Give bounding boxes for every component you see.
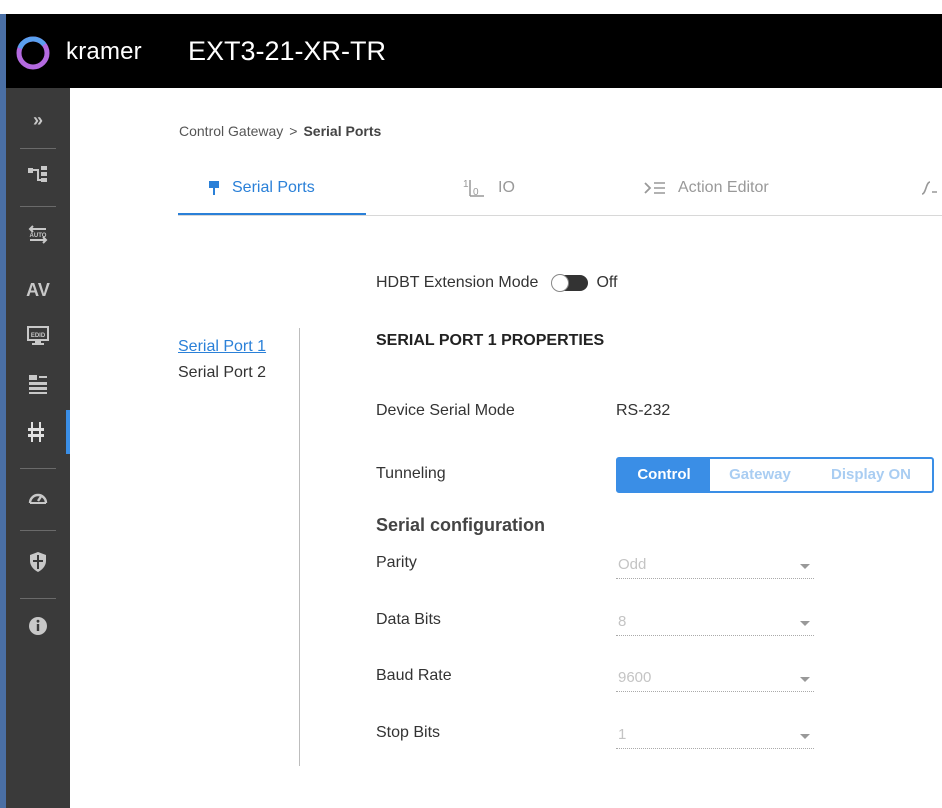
- breadcrumb-current: Serial Ports: [303, 123, 382, 139]
- av-icon[interactable]: AV: [6, 268, 70, 312]
- baud-rate-label: Baud Rate: [376, 667, 452, 684]
- main-content: Control Gateway > Serial Ports Serial Port…: [70, 88, 942, 808]
- tunneling-gateway-option[interactable]: Gateway: [710, 459, 810, 491]
- kramer-logo-icon: [16, 36, 50, 70]
- window-frame-top: [0, 0, 942, 14]
- tab-bar: Serial Ports 10 IO Action Editor: [178, 163, 942, 216]
- io-icon: 10: [462, 178, 486, 198]
- info-icon[interactable]: [6, 604, 70, 648]
- tunneling-display-on-option[interactable]: Display ON: [810, 459, 932, 491]
- parity-value: Odd: [618, 556, 647, 573]
- data-bits-value: 8: [618, 613, 627, 630]
- active-tab-indicator: [178, 213, 366, 215]
- port-list-divider: [299, 328, 300, 766]
- chevron-down-icon: [800, 564, 810, 569]
- data-bits-select[interactable]: 8: [616, 611, 814, 636]
- data-bits-label: Data Bits: [376, 611, 441, 628]
- settings-icon[interactable]: [6, 362, 70, 406]
- brand-name: kramer: [66, 38, 142, 65]
- hdbt-toggle[interactable]: [551, 274, 589, 292]
- tunneling-segmented-control: Control Gateway Display ON: [616, 457, 934, 493]
- breadcrumb: Control Gateway > Serial Ports: [179, 123, 381, 139]
- parity-label: Parity: [376, 554, 417, 571]
- svg-text:1: 1: [463, 179, 469, 190]
- chevron-down-icon: [800, 621, 810, 626]
- control-gateway-icon[interactable]: [6, 410, 70, 454]
- breadcrumb-separator: >: [289, 123, 298, 139]
- tab-io[interactable]: 10 IO: [462, 163, 515, 213]
- hdbt-state: Off: [596, 274, 618, 291]
- device-serial-mode-value: RS-232: [616, 402, 671, 419]
- chevron-down-icon: [800, 734, 810, 739]
- sidebar: » AUTO AV EDID: [6, 88, 70, 808]
- stop-bits-label: Stop Bits: [376, 724, 441, 741]
- diagnostics-icon[interactable]: [6, 476, 70, 520]
- stop-bits-value: 1: [618, 726, 627, 743]
- properties-title: SERIAL PORT 1 PROPERTIES: [376, 332, 605, 349]
- hdbt-label: HDBT Extension Mode: [376, 274, 539, 291]
- breadcrumb-parent[interactable]: Control Gateway: [179, 123, 283, 139]
- tab-overflow[interactable]: [920, 163, 938, 213]
- top-bar: kramer EXT3-21-XR-TR: [6, 14, 942, 88]
- sidebar-divider: [20, 206, 56, 207]
- device-serial-mode-label: Device Serial Mode: [376, 402, 515, 419]
- tab-label: Action Editor: [678, 179, 769, 196]
- baud-rate-select[interactable]: 9600: [616, 667, 814, 692]
- edid-icon[interactable]: EDID: [6, 314, 70, 358]
- hdbt-extension-mode: HDBT Extension Mode Off: [376, 274, 618, 292]
- expand-icon[interactable]: »: [6, 98, 70, 142]
- tunneling-label: Tunneling: [376, 465, 446, 482]
- sidebar-divider: [20, 598, 56, 599]
- tunneling-control-option[interactable]: Control: [618, 459, 710, 491]
- tab-label: Serial Ports: [232, 179, 315, 196]
- tab-label: IO: [498, 179, 515, 196]
- svg-text:EDID: EDID: [31, 333, 46, 339]
- serial-port-1-link[interactable]: Serial Port 1: [178, 334, 266, 360]
- sidebar-divider: [20, 148, 56, 149]
- partial-tab-icon: [921, 181, 937, 195]
- serial-port-list: Serial Port 1 Serial Port 2: [178, 334, 266, 386]
- tab-action-editor[interactable]: Action Editor: [644, 163, 769, 213]
- device-name: EXT3-21-XR-TR: [188, 36, 387, 66]
- baud-rate-value: 9600: [618, 669, 652, 686]
- auto-switch-icon[interactable]: AUTO: [6, 212, 70, 256]
- routing-icon[interactable]: [6, 152, 70, 196]
- stop-bits-select[interactable]: 1: [616, 724, 814, 749]
- sidebar-divider: [20, 468, 56, 469]
- serial-port-icon: [208, 180, 220, 196]
- chevron-down-icon: [800, 677, 810, 682]
- serial-configuration-title: Serial configuration: [376, 515, 546, 535]
- security-icon[interactable]: [6, 540, 70, 584]
- parity-select[interactable]: Odd: [616, 554, 814, 579]
- serial-port-2-link[interactable]: Serial Port 2: [178, 360, 266, 386]
- action-editor-icon: [644, 181, 666, 195]
- sidebar-divider: [20, 530, 56, 531]
- tab-serial-ports[interactable]: Serial Ports: [208, 163, 315, 213]
